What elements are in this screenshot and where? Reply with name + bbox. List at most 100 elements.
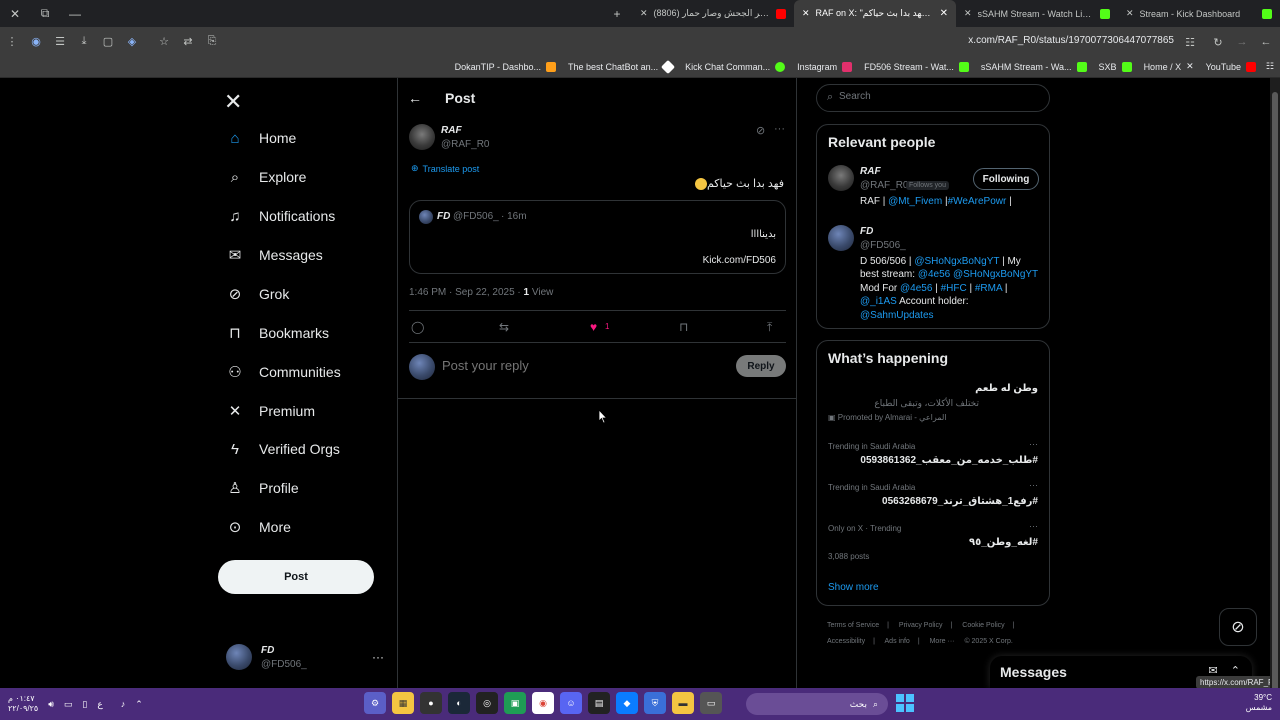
nav-notifications[interactable]: ♫ Notifications (226, 201, 335, 231)
address-bar-url[interactable]: x.com/RAF_R0/status/1970077306447077865 (968, 35, 1174, 46)
nav-messages[interactable]: ✉ Messages (226, 240, 323, 270)
app-dark-icon[interactable]: ▤ (588, 692, 610, 714)
bookmark-item[interactable]: Kick Chat Comman... (685, 61, 786, 72)
nav-more[interactable]: ⊙ More (226, 512, 291, 542)
avatar[interactable] (828, 225, 854, 251)
avatar[interactable] (409, 124, 435, 150)
nav-communities[interactable]: ⚇ Communities (226, 357, 340, 387)
grok-floating-button[interactable]: ⊘ (1219, 608, 1257, 646)
compose-post-button[interactable]: Post (218, 560, 374, 594)
speaker-icon[interactable]: 🔊︎ (48, 699, 54, 710)
footer-link[interactable]: Terms of Service (827, 622, 879, 629)
footer-link[interactable]: Cookie Policy (962, 622, 1004, 629)
footer-link[interactable]: Ads info (885, 638, 910, 645)
menu-dots-icon[interactable]: ⋮ (0, 30, 24, 54)
scroll-thumb[interactable] (1272, 92, 1278, 692)
bookmark-item[interactable]: FD506 Stream - Wat... (864, 61, 969, 72)
bookmark-item[interactable]: The best ChatBot an... (568, 59, 676, 74)
quote-link[interactable]: Kick.com/FD506 (703, 255, 776, 266)
reply-icon[interactable]: ◯ (411, 320, 424, 334)
person-name[interactable]: FD (860, 226, 873, 237)
post-author-handle[interactable]: @RAF_R0 (441, 139, 490, 150)
app-blue-icon[interactable]: ◆ (616, 692, 638, 714)
bookmark-item[interactable]: Home / X ✕ (1144, 61, 1194, 72)
site-settings-icon[interactable]: ☷ (1178, 30, 1202, 54)
close-window-icon[interactable]: ✕ (0, 0, 30, 27)
tab-kick-stream[interactable]: ✕ sSAHM Stream - Watch Live on (956, 0, 1118, 27)
weather-widget[interactable]: 39°C مشمس (1246, 693, 1272, 713)
avatar[interactable] (828, 165, 854, 191)
trend-title[interactable]: #رفع1_هشتاق_ترند_0563268679 (882, 496, 1038, 507)
chrome-app-icon[interactable]: ◉ (532, 692, 554, 714)
tab-x-post[interactable]: ✕ RAF on X: "فهد بدا بث حياكم 🤫 ✕ (794, 0, 956, 27)
microphone-icon[interactable]: ♪ (121, 699, 126, 709)
filter-icon[interactable]: ☰ (48, 30, 72, 54)
bookmark-item[interactable]: DokanTIP - Dashbo... (455, 61, 557, 72)
nav-verified-orgs[interactable]: ϟ Verified Orgs (226, 434, 340, 464)
person-name[interactable]: RAF (860, 166, 881, 177)
reply-input[interactable] (442, 358, 722, 373)
tab-search-icon[interactable]: ⧉ (30, 0, 60, 27)
nav-home[interactable]: ⌂ Home (226, 123, 296, 153)
download-icon[interactable]: ⤓ (72, 30, 96, 54)
minimize-icon[interactable]: — (60, 0, 90, 27)
trend-title[interactable]: #طلب_خدمه_من_معقب_0593861362 (860, 455, 1038, 466)
star-bookmark-icon[interactable]: ☆ (152, 30, 176, 54)
bookmark-item[interactable]: sSAHM Stream - Wa... (981, 61, 1087, 72)
account-switcher[interactable]: FD @FD506_ ··· (226, 644, 386, 674)
translate-icon[interactable]: ⇄ (176, 30, 200, 54)
bookmarks-overflow-icon[interactable]: ☷ (1266, 61, 1274, 72)
nav-grok[interactable]: ⊘ Grok (226, 279, 290, 309)
forward-icon[interactable]: → (1230, 30, 1254, 54)
file-explorer-icon[interactable]: ▬ (672, 692, 694, 714)
footer-link[interactable]: More ··· (930, 638, 955, 645)
network-icon[interactable]: ▭ (64, 699, 73, 710)
extensions-puzzle-icon[interactable]: ▢ (96, 30, 120, 54)
tab-kick-dashboard[interactable]: ✕ Stream - Kick Dashboard (1118, 0, 1280, 27)
more-dots-icon[interactable]: ··· (1029, 439, 1038, 449)
post-author-name[interactable]: RAF (441, 125, 462, 136)
steam-app-icon[interactable]: ◐ (448, 692, 470, 714)
nav-bookmarks[interactable]: ⊓ Bookmarks (226, 318, 329, 348)
search-input[interactable] (839, 91, 1039, 102)
trend-title[interactable]: #لغه_وطن_٩٥ (969, 537, 1038, 548)
bookmark-item[interactable]: YouTube (1206, 61, 1256, 72)
more-dots-icon[interactable]: ··· (372, 650, 384, 664)
extension-icon[interactable]: ◉ (24, 30, 48, 54)
more-dots-icon[interactable]: ··· (1029, 480, 1038, 490)
cast-icon[interactable]: ◈ (120, 30, 144, 54)
tab-close-icon[interactable]: ✕ (640, 8, 648, 19)
discord-app-icon[interactable]: ☺ (560, 692, 582, 714)
repost-icon[interactable]: ⇆ (499, 320, 509, 334)
settings-app-icon[interactable]: ⚙ (364, 692, 386, 714)
chevron-up-icon[interactable]: ⌃ (135, 699, 143, 710)
back-arrow-icon[interactable]: ← (408, 90, 422, 106)
more-dots-icon[interactable]: ··· (1029, 521, 1038, 531)
footer-link[interactable]: Accessibility (827, 638, 865, 645)
quoted-post[interactable]: FD @FD506_ · 16m بديناااا Kick.com/FD506 (409, 200, 786, 274)
obs-app-icon[interactable]: ● (420, 692, 442, 714)
bookmark-item[interactable]: Instagram (797, 61, 853, 72)
language-indicator[interactable]: ع (97, 699, 102, 710)
nav-premium[interactable]: ✕ Premium (226, 396, 315, 426)
grok-icon[interactable]: ⊘ (756, 124, 765, 137)
app-gray-icon[interactable]: ▭ (700, 692, 722, 714)
reload-icon[interactable]: ↻ (1206, 30, 1230, 54)
back-icon[interactable]: ← (1254, 30, 1278, 54)
tab-close-icon[interactable]: ✕ (802, 8, 810, 19)
bookmark-icon[interactable]: ⊓ (679, 320, 688, 334)
show-more-link[interactable]: Show more (828, 582, 879, 593)
app-green-icon[interactable]: ▣ (504, 692, 526, 714)
windows-start-icon[interactable] (896, 694, 914, 712)
more-dots-icon[interactable]: ··· (774, 123, 785, 135)
scrollbar[interactable] (1270, 78, 1280, 692)
store-app-icon[interactable]: ▦ (392, 692, 414, 714)
promo-title[interactable]: وطن له طعم (975, 383, 1038, 394)
tab-youtube[interactable]: ✕ (8806) كبر الجحش وصار حمار :(.. (632, 0, 794, 27)
bookmark-item[interactable]: SXB (1099, 61, 1132, 72)
battery-icon[interactable]: ▯ (82, 699, 87, 710)
defender-app-icon[interactable]: ⛨ (644, 692, 666, 714)
footer-link[interactable]: Privacy Policy (899, 622, 943, 629)
x-logo-icon[interactable]: ✕ (224, 89, 242, 115)
heart-icon[interactable]: ♥ (590, 320, 597, 334)
